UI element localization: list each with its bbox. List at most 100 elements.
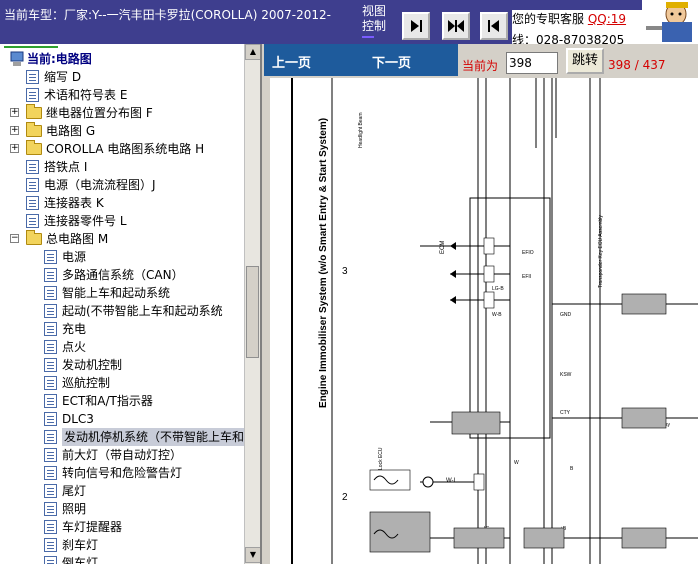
document-icon xyxy=(44,448,57,462)
tree-item[interactable]: + 电路图 G xyxy=(0,122,244,140)
tree-item-label: 继电器位置分布图 F xyxy=(46,106,153,120)
tree-item-label: 电路图 G xyxy=(46,124,96,138)
next-page-link[interactable]: 下一页 xyxy=(372,52,411,71)
document-icon xyxy=(26,214,39,228)
tree-item[interactable]: 缩写 D xyxy=(0,68,244,86)
document-icon xyxy=(44,286,57,300)
tree-item-label: 缩写 D xyxy=(44,70,82,84)
wire-label-lgb: LG-B xyxy=(492,286,504,292)
tree-item[interactable]: DLC3 xyxy=(0,410,244,428)
tree-item-label: 转向信号和危险警告灯 xyxy=(62,466,183,480)
scroll-thumb[interactable] xyxy=(246,266,259,358)
tree-item[interactable]: 点火 xyxy=(0,338,244,356)
tree-item[interactable]: 电源（电流流程图）J xyxy=(0,176,244,194)
jump-button[interactable]: 跳转 xyxy=(566,48,604,74)
document-icon xyxy=(44,502,57,516)
tree-item[interactable]: 照明 xyxy=(0,500,244,518)
tree-item[interactable]: 车灯提醒器 xyxy=(0,518,244,536)
collapse-icon[interactable]: − xyxy=(10,234,19,243)
navigation-tree: 当前:电路图 缩写 D 术语和符号表 E + 继电器位置分布图 F + 电路图 G + COR… xyxy=(0,50,259,564)
arrow-left-bar-icon xyxy=(488,20,499,32)
document-icon xyxy=(44,394,57,408)
folder-icon xyxy=(26,122,42,137)
tree-root-label: 当前:电路图 xyxy=(27,52,92,66)
headlight-label: Headlight Beam xyxy=(358,112,364,148)
tree-item[interactable]: − 总电路图 M xyxy=(0,230,244,248)
tree-item[interactable]: 转向信号和危险警告灯 xyxy=(0,464,244,482)
document-icon xyxy=(44,520,57,534)
transponder-label: Transponder Key ECU Assembly xyxy=(598,215,604,288)
tree-root[interactable]: 当前:电路图 xyxy=(0,50,244,68)
document-icon xyxy=(44,484,57,498)
wire-label-wl: W-L xyxy=(446,478,458,484)
document-icon xyxy=(44,304,57,318)
tree-item[interactable]: 多路通信系统（CAN） xyxy=(0,266,244,284)
next-page-button[interactable] xyxy=(402,12,430,40)
arrow-right-bar-icon xyxy=(411,20,422,32)
tree-item[interactable]: 刹车灯 xyxy=(0,536,244,554)
expand-icon[interactable]: + xyxy=(10,144,19,153)
tree-item-label: 尾灯 xyxy=(62,484,87,498)
document-icon xyxy=(26,178,39,192)
tree-item-label: 发动机控制 xyxy=(62,358,123,372)
tree-item[interactable]: 倒车灯 xyxy=(0,554,244,564)
scroll-up-arrow[interactable]: ▲ xyxy=(245,44,260,60)
wire-label-efii: EFII xyxy=(522,274,531,280)
tree-item-label: 充电 xyxy=(62,322,87,336)
tree-item-label: 电源 xyxy=(62,250,87,264)
document-icon xyxy=(44,412,57,426)
zone-number-2: 2 xyxy=(342,492,348,503)
previous-page-button[interactable] xyxy=(480,12,508,40)
tree-item[interactable]: + 继电器位置分布图 F xyxy=(0,104,244,122)
tree-item[interactable]: 电源 xyxy=(0,248,244,266)
document-icon xyxy=(44,556,57,564)
tree-item-label: 刹车灯 xyxy=(62,538,99,552)
tree-scrollbar[interactable]: ▲ ▼ xyxy=(244,44,260,564)
tree-item[interactable]: 充电 xyxy=(0,320,244,338)
wiring-diagram-drawing: Engine Immobiliser System (w/o Smart Ent… xyxy=(270,78,698,564)
tree-item[interactable]: 尾灯 xyxy=(0,482,244,500)
document-icon xyxy=(44,538,57,552)
tree-item-label: 术语和符号表 E xyxy=(44,88,128,102)
scroll-down-arrow[interactable]: ▼ xyxy=(245,547,260,563)
tree-item[interactable]: 起动(不带智能上车和起动系统 xyxy=(0,302,244,320)
tree-item[interactable]: 发动机停机系统（不带智能上车和起 xyxy=(0,428,259,446)
page-count: 398 / 437 xyxy=(608,58,666,72)
navigation-tree-panel: 当前:电路图 缩写 D 术语和符号表 E + 继电器位置分布图 F + 电路图 G + COR… xyxy=(0,44,262,564)
page-number-input[interactable] xyxy=(506,52,558,74)
tree-item[interactable]: 发动机控制 xyxy=(0,356,244,374)
tree-item[interactable]: 搭铁点 I xyxy=(0,158,244,176)
expand-icon[interactable]: + xyxy=(10,108,19,117)
expand-view-button[interactable] xyxy=(442,12,470,40)
tree-item[interactable]: 连接器零件号 L xyxy=(0,212,244,230)
computer-icon xyxy=(10,51,24,66)
top-bar: 当前车型：厂家:Y--一汽丰田卡罗拉(COROLLA) 2007-2012- 视… xyxy=(0,0,698,44)
tree-item-label: 电源（电流流程图）J xyxy=(44,178,156,192)
wire-label-cty: CTY xyxy=(560,410,571,416)
mascot-icon xyxy=(642,0,698,44)
tree-item[interactable]: + COROLLA 电路图系统电路 H xyxy=(0,140,244,158)
tree-item-label: 智能上车和起动系统 xyxy=(62,286,171,300)
tree-item[interactable]: 智能上车和起动系统 xyxy=(0,284,244,302)
tree-item-label: 车灯提醒器 xyxy=(62,520,123,534)
tree-item[interactable]: 前大灯（带自动灯控） xyxy=(0,446,244,464)
previous-page-link[interactable]: 上一页 xyxy=(272,52,311,71)
tree-item-label: DLC3 xyxy=(62,412,94,426)
tree-item-label: 发动机停机系统（不带智能上车和起 xyxy=(62,428,259,446)
tree-item[interactable]: 术语和符号表 E xyxy=(0,86,244,104)
tree-item-label: 总电路图 M xyxy=(46,232,109,246)
tree-item-label: 起动(不带智能上车和起动系统 xyxy=(62,304,223,318)
tree-item-label: 连接器表 K xyxy=(44,196,104,210)
tree-item[interactable]: 连接器表 K xyxy=(0,194,244,212)
tree-item[interactable]: ECT和A/T指示器 xyxy=(0,392,244,410)
customer-service-text: 您的专职客服 xyxy=(512,12,585,26)
expand-icon[interactable]: + xyxy=(10,126,19,135)
qq-link[interactable]: QQ:19 xyxy=(588,12,626,26)
service-phone: 线：028-87038205 xyxy=(512,33,625,44)
tree-item-label: 搭铁点 I xyxy=(44,160,88,174)
wire-label-wb: W-B xyxy=(492,312,502,318)
tree-item[interactable]: 巡航控制 xyxy=(0,374,244,392)
ecm-label: ECM xyxy=(440,241,446,254)
tree-item-label: 点火 xyxy=(62,340,87,354)
tree-item-label: 倒车灯 xyxy=(62,556,99,564)
